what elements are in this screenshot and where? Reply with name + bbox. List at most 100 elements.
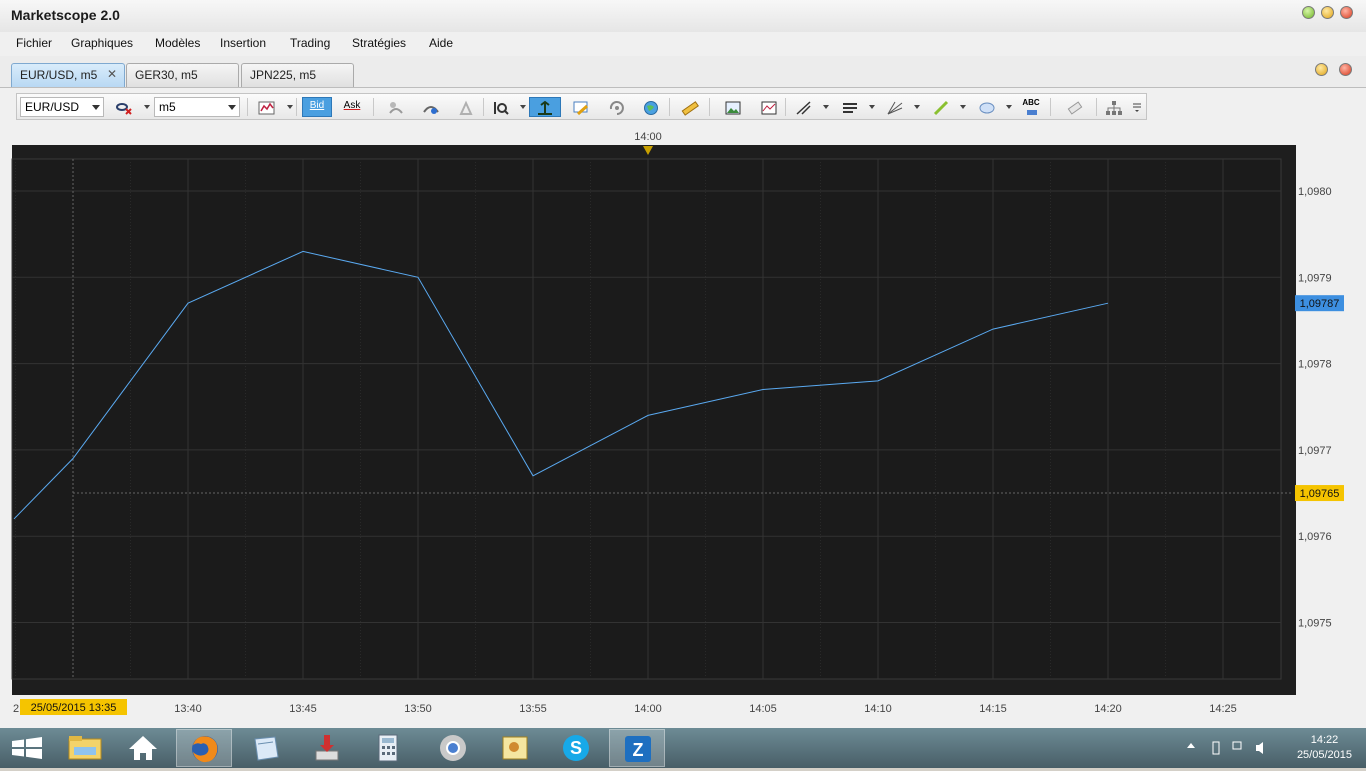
tree-icon xyxy=(1106,101,1122,115)
signal-button[interactable] xyxy=(418,97,442,117)
menu-aide[interactable]: Aide xyxy=(429,36,453,50)
title-bar: Marketscope 2.0 xyxy=(0,0,1366,32)
taskbar-skype[interactable]: S xyxy=(548,729,604,767)
chart-canvas[interactable]: 14:00 13:40 13:45 13:50 13:55 14:00 14:05 14:10… xyxy=(0,127,1366,728)
chevron-down-icon[interactable] xyxy=(520,105,526,109)
chevron-down-icon[interactable] xyxy=(960,105,966,109)
marketscope-icon: Z xyxy=(625,736,651,762)
toolbar-divider xyxy=(709,98,710,116)
windows-logo-icon xyxy=(12,737,42,759)
fibonacci-button[interactable] xyxy=(791,97,815,117)
taskbar-calculator[interactable] xyxy=(360,729,416,767)
chart-type-button[interactable] xyxy=(254,97,278,117)
x-tick-label: 13:45 xyxy=(289,703,317,715)
chevron-down-icon[interactable] xyxy=(869,105,875,109)
taskbar-clock[interactable]: 14:22 25/05/2015 xyxy=(1297,733,1352,763)
instrument-select[interactable]: EUR/USD xyxy=(20,97,104,117)
svg-text:Z: Z xyxy=(633,740,644,760)
chevron-down-icon[interactable] xyxy=(914,105,920,109)
shape-button[interactable] xyxy=(974,97,998,117)
fan-button[interactable] xyxy=(882,97,906,117)
folder-icon xyxy=(68,736,102,760)
minimize-button[interactable] xyxy=(1302,6,1315,19)
menu-fichier[interactable]: Fichier xyxy=(16,36,52,50)
tab-minimize-button[interactable] xyxy=(1315,63,1328,76)
anchor-icon xyxy=(538,100,552,115)
battery-icon[interactable] xyxy=(1212,741,1220,755)
plot-area xyxy=(11,158,1282,680)
maximize-button[interactable] xyxy=(1321,6,1334,19)
timeframe-select[interactable]: m5 xyxy=(154,97,240,117)
pen-icon xyxy=(933,100,949,116)
volume-icon[interactable] xyxy=(1256,742,1263,754)
text-icon xyxy=(1027,110,1037,115)
ruler-icon xyxy=(681,101,699,116)
taskbar-installer[interactable] xyxy=(299,729,355,767)
close-icon[interactable]: ✕ xyxy=(107,67,117,81)
bid-button[interactable]: Bid xyxy=(302,97,332,117)
taskbar-marketscope[interactable]: Z xyxy=(609,729,665,767)
template-button[interactable] xyxy=(756,97,780,117)
globe-button[interactable] xyxy=(639,97,663,117)
zoom-button[interactable] xyxy=(488,97,512,117)
pen-button[interactable] xyxy=(928,97,952,117)
strategy-button[interactable] xyxy=(453,97,477,117)
taskbar-file-explorer[interactable] xyxy=(58,729,114,767)
menu-modeles[interactable]: Modèles xyxy=(155,36,200,50)
globe-icon xyxy=(644,101,658,115)
zoom-icon xyxy=(494,102,509,115)
menu-insertion[interactable]: Insertion xyxy=(220,36,266,50)
edit-chart-button[interactable] xyxy=(568,97,592,117)
taskbar-home[interactable] xyxy=(115,729,171,767)
text-button[interactable]: ABC xyxy=(1019,97,1043,117)
x-tick-label: 14:05 xyxy=(749,703,777,715)
menu-graphiques[interactable]: Graphiques xyxy=(71,36,133,50)
link-remove-icon xyxy=(116,103,132,115)
taskbar-firefox[interactable] xyxy=(176,729,232,767)
chevron-down-icon[interactable] xyxy=(144,105,150,109)
y-tick-label: 1,0975 xyxy=(1298,618,1332,630)
overflow-icon xyxy=(1133,103,1141,112)
photo-viewer-icon xyxy=(502,736,528,760)
toolbar-overflow-button[interactable] xyxy=(1129,97,1145,117)
cursor-date-label: 25/05/2015 13:35 xyxy=(31,702,117,714)
price-chart[interactable]: 14:00 13:40 13:45 13:50 13:55 14:00 14:05 14:10… xyxy=(0,127,1366,728)
taskbar-notes[interactable] xyxy=(238,729,294,767)
tree-button[interactable] xyxy=(1101,97,1125,117)
fan-icon xyxy=(887,101,903,115)
tab-jpn225[interactable]: JPN225, m5 xyxy=(241,63,354,87)
auto-scroll-button[interactable] xyxy=(529,97,561,117)
calculator-icon xyxy=(378,734,398,762)
menu-strategies[interactable]: Stratégies xyxy=(352,36,406,50)
network-icon[interactable] xyxy=(1232,741,1242,750)
tab-eurusd[interactable]: EUR/USD, m5 ✕ xyxy=(11,63,125,87)
chevron-down-icon[interactable] xyxy=(1006,105,1012,109)
taskbar-photo-viewer[interactable] xyxy=(487,729,543,767)
indicator-button[interactable] xyxy=(383,97,407,117)
instrument-remove-button[interactable] xyxy=(111,97,135,117)
ruler-button[interactable] xyxy=(677,97,701,117)
menu-trading[interactable]: Trading xyxy=(290,36,330,50)
eraser-button[interactable] xyxy=(1062,97,1086,117)
chevron-down-icon[interactable] xyxy=(823,105,829,109)
tab-ger30[interactable]: GER30, m5 xyxy=(126,63,239,87)
top-time-label: 14:00 xyxy=(634,131,662,143)
toolbar-divider xyxy=(1096,98,1097,116)
clock-date: 25/05/2015 xyxy=(1296,749,1352,761)
tab-close-button[interactable] xyxy=(1339,63,1352,76)
chart-toolbar: EUR/USD m5 Bid Ask ABC xyxy=(16,93,1147,120)
chevron-up-icon[interactable] xyxy=(1187,743,1195,748)
close-button[interactable] xyxy=(1340,6,1353,19)
lines-icon xyxy=(843,103,857,113)
windows-start-button[interactable] xyxy=(0,729,56,767)
fibonacci-icon xyxy=(796,101,811,115)
ask-button[interactable]: Ask xyxy=(337,97,367,117)
chevron-down-icon[interactable] xyxy=(287,105,293,109)
x-tick-label: 14:10 xyxy=(864,703,892,715)
image-button[interactable] xyxy=(720,97,744,117)
horizontal-lines-button[interactable] xyxy=(837,97,861,117)
firefox-icon xyxy=(192,736,218,763)
refresh-button[interactable] xyxy=(604,97,628,117)
toolbar-divider xyxy=(247,98,248,116)
taskbar-chrome[interactable] xyxy=(425,729,481,767)
